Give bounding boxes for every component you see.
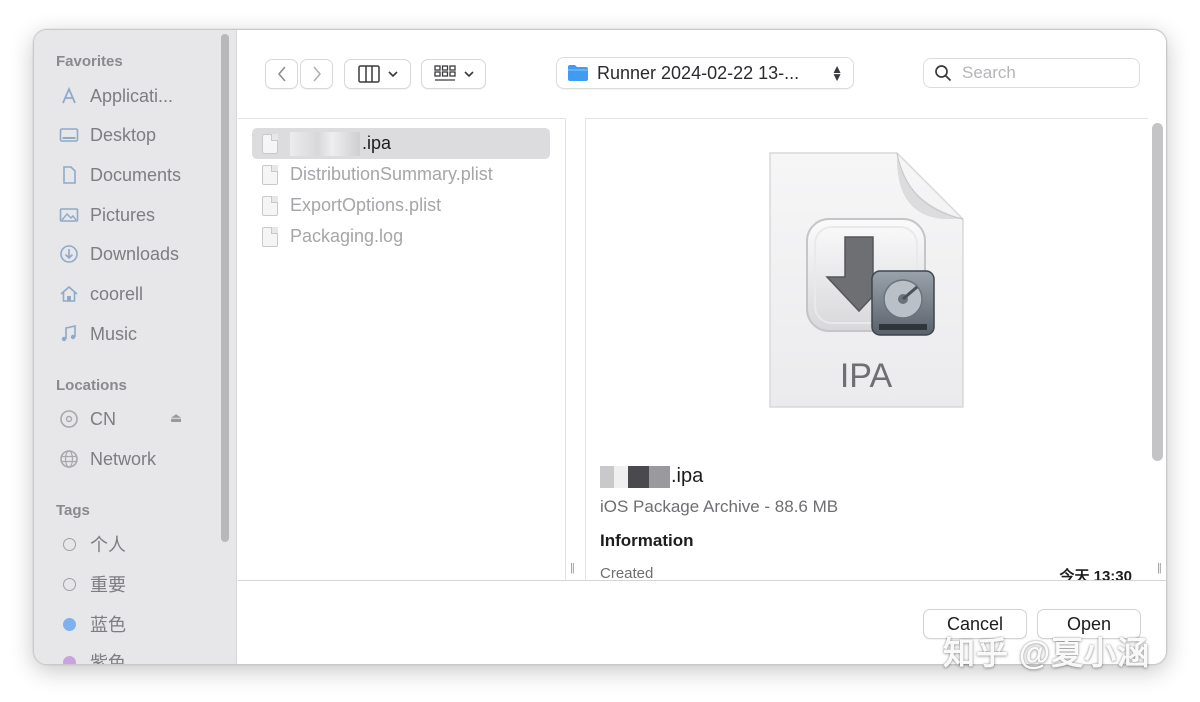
search-input[interactable] (962, 63, 1132, 83)
sidebar-section-locations: Locations (56, 377, 127, 394)
view-mode-columns-button[interactable] (344, 59, 411, 89)
sidebar-item-label: coorell (90, 283, 144, 304)
search-field[interactable] (923, 58, 1140, 88)
tag-dot-icon (63, 577, 76, 591)
preview-info-heading: Information (600, 531, 694, 550)
sidebar-item-cn[interactable]: CN (58, 405, 116, 433)
applications-icon (58, 85, 80, 107)
sidebar-item-home[interactable]: coorell (58, 280, 143, 308)
file-name: ExportOptions.plist (290, 195, 442, 215)
chevron-down-icon (387, 71, 398, 78)
watermark: 知乎 @夏小涵 (943, 635, 1151, 671)
tag-dot-icon (63, 617, 76, 631)
pictures-icon (58, 204, 80, 226)
desktop-icon (58, 124, 80, 146)
ipa-file-icon (262, 133, 278, 154)
eject-icon[interactable]: ⏏ (170, 410, 182, 426)
sidebar-item-tag-purple[interactable]: 紫色 (58, 648, 126, 665)
tag-dot-icon (63, 655, 76, 664)
columns-view-icon (357, 65, 380, 83)
sidebar-item-desktop[interactable]: Desktop (58, 121, 156, 149)
updown-chevron-icon: ▲ ▼ (831, 62, 843, 84)
open-file-dialog: Favorites Applicati... Desktop Documents… (33, 29, 1167, 665)
sidebar-item-tag-blue[interactable]: 蓝色 (58, 610, 126, 638)
sidebar-section-tags: Tags (56, 502, 90, 519)
search-icon (935, 65, 952, 82)
chevron-right-icon (312, 66, 321, 82)
folder-icon (568, 65, 588, 81)
redacted-name-mask (290, 131, 360, 156)
sidebar-item-tag-personal[interactable]: 个人 (58, 530, 126, 558)
music-icon (58, 323, 80, 345)
file-row-export-options[interactable]: ExportOptions.plist (252, 190, 550, 221)
redacted-name-mask (600, 465, 670, 488)
sidebar-section-favorites: Favorites (56, 53, 123, 70)
preview-pane: IPA .ipa iOS Package Archive - 88.6 MB I… (585, 118, 1162, 585)
disk-icon (58, 408, 80, 430)
sidebar-item-label: Downloads (90, 243, 180, 264)
network-icon (58, 448, 80, 470)
forward-button[interactable] (300, 59, 333, 89)
preview-file-name-text: .ipa (671, 465, 704, 487)
group-by-button[interactable] (421, 59, 486, 89)
log-file-icon (262, 226, 278, 247)
chevron-down-icon (463, 71, 474, 78)
sidebar-item-label: Applicati... (90, 85, 174, 106)
ipa-document-icon: IPA (769, 152, 964, 408)
file-name: Packaging.log (290, 226, 404, 246)
sidebar-item-label: Network (90, 448, 157, 469)
column-resize-handle[interactable]: || (1157, 562, 1162, 574)
file-row-packaging-log[interactable]: Packaging.log (252, 221, 550, 252)
file-name: .ipa (362, 133, 392, 153)
sidebar-item-label: CN (90, 408, 116, 429)
sidebar-item-pictures[interactable]: Pictures (58, 201, 155, 229)
toolbar: Runner 2024-02-22 13-... ▲ ▼ (238, 30, 1166, 118)
sidebar-item-label: 蓝色 (90, 615, 126, 635)
grid-view-icon (433, 65, 456, 81)
sidebar-item-music[interactable]: Music (58, 320, 137, 348)
sidebar-item-label: Music (90, 323, 138, 344)
sidebar-item-downloads[interactable]: Downloads (58, 240, 179, 268)
file-row-distribution-summary[interactable]: DistributionSummary.plist (252, 159, 550, 190)
sidebar-item-label: 个人 (90, 535, 126, 555)
document-icon (58, 164, 80, 186)
file-row-ipa[interactable]: .ipa (252, 128, 550, 159)
column-resize-handle[interactable]: || (570, 562, 575, 574)
sidebar-item-label: 重要 (90, 575, 126, 595)
sidebar-item-label: Desktop (90, 124, 157, 145)
file-column: .ipa DistributionSummary.plist ExportOpt… (238, 118, 575, 580)
chevron-left-icon (277, 66, 286, 82)
tag-dot-icon (63, 537, 76, 551)
location-label: Runner 2024-02-22 13-... (597, 62, 800, 83)
location-popup[interactable]: Runner 2024-02-22 13-... ▲ ▼ (556, 57, 854, 89)
sidebar-item-tag-important[interactable]: 重要 (58, 570, 126, 598)
downloads-icon (58, 243, 80, 265)
back-button[interactable] (265, 59, 298, 89)
sidebar-item-applications[interactable]: Applicati... (58, 82, 173, 110)
home-icon (58, 283, 80, 305)
sidebar-item-network[interactable]: Network (58, 445, 156, 473)
preview-file-kind: iOS Package Archive - 88.6 MB (600, 497, 839, 516)
sidebar-item-documents[interactable]: Documents (58, 161, 181, 189)
sidebar: Favorites Applicati... Desktop Documents… (34, 30, 237, 664)
preview-scrollbar[interactable] (1152, 123, 1163, 461)
sidebar-item-label: Documents (90, 164, 182, 185)
plist-file-icon (262, 195, 278, 216)
plist-file-icon (262, 164, 278, 185)
ipa-icon-label: IPA (840, 357, 893, 395)
sidebar-scrollbar[interactable] (221, 34, 229, 542)
preview-file-name: .ipa (600, 465, 703, 488)
sidebar-item-label: Pictures (90, 204, 156, 225)
sidebar-item-label: 紫色 (90, 653, 126, 665)
file-name: DistributionSummary.plist (290, 164, 493, 184)
